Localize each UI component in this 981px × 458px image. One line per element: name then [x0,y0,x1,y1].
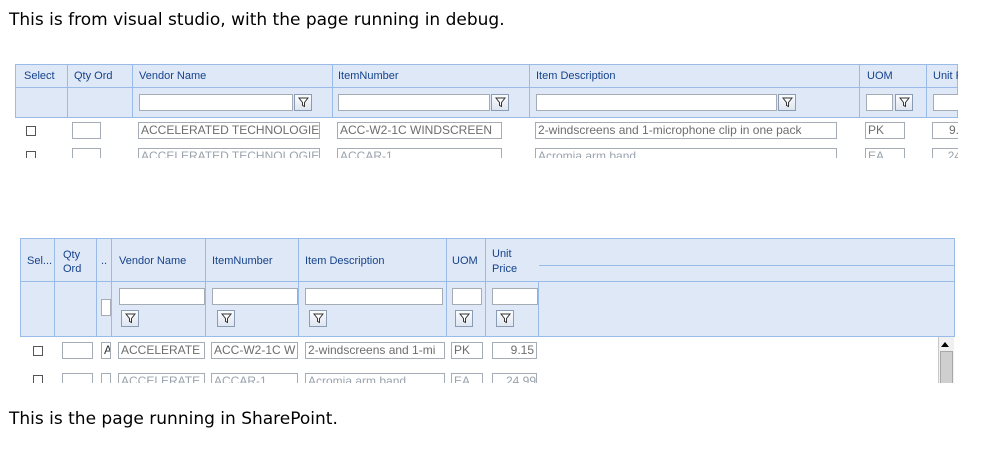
qty-input[interactable] [62,373,93,383]
header-qty-ord[interactable]: Qty Ord [74,70,113,82]
itemnumber-cell[interactable]: ACCAR-1 [337,148,502,158]
unitprice-cell[interactable]: 9. [932,122,958,139]
description-filter-button[interactable] [778,94,796,111]
header-row: Select Qty Ord Vendor Name ItemNumber It… [15,64,958,88]
row-select-checkbox[interactable] [26,151,36,158]
header-unit-price[interactable]: Unit P [933,70,958,82]
grid-vs: Select Qty Ord Vendor Name ItemNumber It… [15,64,958,158]
description-filter-input[interactable] [305,288,443,305]
header-item-description[interactable]: Item Description [536,70,615,82]
filter-row [15,88,958,118]
uom-filter-button[interactable] [895,94,913,111]
table-row-partial: ACCELERATE ACCAR-1 Acromia arm band EA 2… [20,365,538,383]
itemnumber-filter-button[interactable] [491,94,509,111]
description-cell[interactable]: 2-windscreens and 1-microphone clip in o… [535,122,837,139]
qty-input[interactable] [62,342,93,359]
qty-input[interactable] [72,122,101,139]
uom-filter-button[interactable] [455,310,473,327]
row-select-checkbox[interactable] [26,126,36,136]
description-cell[interactable]: Acromia arm band [535,148,837,158]
uom-cell[interactable]: EA [865,148,905,158]
unitprice-cell[interactable]: 24 [932,148,958,158]
unitprice-filter-input[interactable] [933,94,958,111]
filter-funnel-icon [899,97,910,108]
header-vendor-name[interactable]: Vendor Name [139,70,206,82]
filter-funnel-icon [500,313,511,324]
filter-funnel-icon [298,97,309,108]
caption-bottom: This is the page running in SharePoint. [9,409,338,429]
collapsed-cell[interactable] [101,373,111,383]
unitprice-cell[interactable]: 9.15 [492,342,537,359]
caption-top: This is from visual studio, with the pag… [9,10,505,30]
description-cell[interactable]: Acromia arm band [305,373,445,383]
itemnumber-cell[interactable]: ACCAR-1 [211,373,298,383]
header-item-number[interactable]: ItemNumber [212,255,273,267]
row-select-checkbox[interactable] [33,346,43,356]
uom-cell[interactable]: PK [865,122,905,139]
header-unit-price[interactable]: Unit Price [492,247,532,277]
row-select-checkbox[interactable] [33,375,43,383]
table-row: ACCELERATED TECHNOLOGIES ACC-W2-1C WINDS… [15,118,958,144]
itemnumber-filter-input[interactable] [212,288,298,305]
collapsed-cell[interactable]: A [101,342,111,359]
header-row: Sel... Qty Ord .. Vendor Name ItemNumber… [20,238,955,282]
filter-funnel-icon [459,313,470,324]
filter-funnel-icon [125,313,136,324]
itemnumber-cell[interactable]: ACC-W2-1C W [211,342,298,359]
vendor-cell[interactable]: ACCELERATE [118,373,205,383]
table-row-partial: ACCELERATED TECHNOLOGIES ACCAR-1 Acromia… [15,144,958,158]
uom-filter-input[interactable] [452,288,482,305]
filter-funnel-icon [495,97,506,108]
scroll-up-arrow-icon[interactable] [941,342,949,347]
header-qty-ord[interactable]: Qty Ord [63,248,93,276]
itemnumber-cell[interactable]: ACC-W2-1C WINDSCREEN [337,122,502,139]
header-vendor-name[interactable]: Vendor Name [119,255,186,267]
itemnumber-filter-input[interactable] [338,94,490,111]
vendor-filter-button[interactable] [294,94,312,111]
vendor-filter-button[interactable] [121,310,139,327]
table-row: A ACCELERATE ACC-W2-1C W 2-windscreens a… [20,337,538,365]
header-item-number[interactable]: ItemNumber [338,70,399,82]
uom-cell[interactable]: EA [451,373,483,383]
header-select[interactable]: Sel... [27,255,52,267]
filter-funnel-icon [221,313,232,324]
scrollbar-thumb[interactable] [940,351,953,383]
header-collapsed-column[interactable]: .. [101,255,107,267]
header-uom[interactable]: UOM [867,70,893,82]
filter-row [20,282,955,337]
header-item-description[interactable]: Item Description [305,255,384,267]
vertical-scrollbar[interactable] [938,337,954,383]
vendor-cell[interactable]: ACCELERATED TECHNOLOGIES [138,148,320,158]
unitprice-filter-button[interactable] [496,310,514,327]
vendor-cell[interactable]: ACCELERATED TECHNOLOGIES [138,122,320,139]
description-cell[interactable]: 2-windscreens and 1-mi [305,342,445,359]
uom-filter-input[interactable] [866,94,893,111]
unitprice-cell[interactable]: 24.99 [492,373,537,383]
description-filter-input[interactable] [536,94,777,111]
header-select[interactable]: Select [24,70,55,82]
grid-sharepoint: Sel... Qty Ord .. Vendor Name ItemNumber… [20,238,955,383]
description-filter-button[interactable] [309,310,327,327]
vendor-filter-input[interactable] [119,288,205,305]
header-uom[interactable]: UOM [452,255,478,267]
vendor-cell[interactable]: ACCELERATE [118,342,205,359]
itemnumber-filter-button[interactable] [217,310,235,327]
unitprice-filter-input[interactable] [492,288,538,305]
vendor-filter-input[interactable] [139,94,293,111]
filter-funnel-icon [782,97,793,108]
qty-input[interactable] [72,148,101,158]
filter-funnel-icon [313,313,324,324]
collapsed-filter-input[interactable] [101,299,111,316]
uom-cell[interactable]: PK [451,342,483,359]
